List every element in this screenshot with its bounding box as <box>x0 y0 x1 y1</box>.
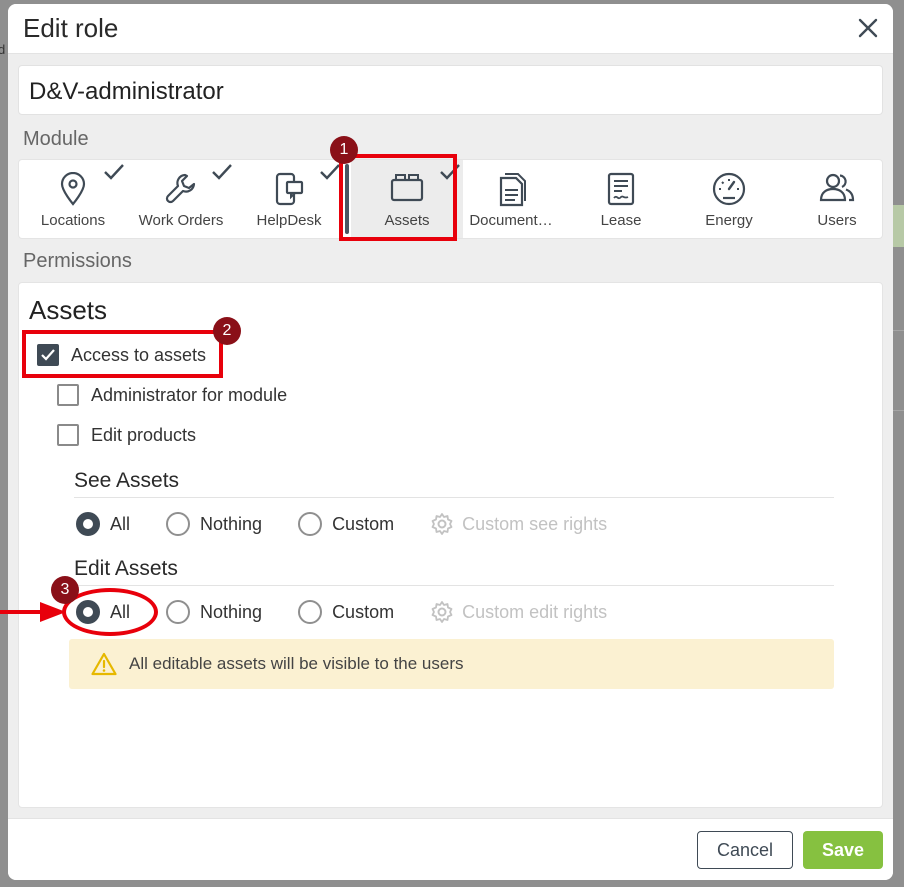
checkbox-label: Edit products <box>91 424 197 445</box>
edit-custom-radio[interactable]: Custom <box>298 600 394 624</box>
checkbox-label: Administrator for module <box>91 384 288 405</box>
wrench-icon <box>165 173 196 204</box>
permissions-section-label: Permissions <box>23 250 132 272</box>
checkmark-icon <box>320 164 340 180</box>
radio-label: Nothing <box>200 601 263 622</box>
warning-icon <box>91 652 117 676</box>
module-tab-documents[interactable]: Document… <box>457 160 565 238</box>
radio-label: Custom <box>332 513 395 534</box>
module-tab-label: Locations <box>40 212 106 229</box>
module-tab-label: Work Orders <box>138 212 224 229</box>
radio-label: All <box>110 513 131 534</box>
edit-assets-title: Edit Assets <box>74 557 834 586</box>
warning-banner: All editable assets will be visible to t… <box>69 639 834 689</box>
close-icon <box>858 18 878 38</box>
annotation-badge: 2 <box>213 317 241 345</box>
module-tab-locations[interactable]: Locations <box>19 160 127 238</box>
module-tab-work-orders[interactable]: Work Orders <box>127 160 235 238</box>
module-tab-label: Document… <box>469 212 553 229</box>
see-assets-title: See Assets <box>74 469 834 498</box>
annotation-highlight-assets-tab <box>339 154 457 241</box>
module-tab-label: Users <box>817 212 857 229</box>
contract-icon <box>607 172 635 206</box>
gear-icon <box>431 513 453 535</box>
radio-label: Custom <box>332 601 395 622</box>
checkbox-box[interactable] <box>57 424 79 446</box>
gear-icon <box>431 601 453 623</box>
annotation-badge: 1 <box>330 136 358 164</box>
annotation-arrow-icon <box>0 602 66 622</box>
warning-text: All editable assets will be visible to t… <box>129 654 464 673</box>
module-tab-lease[interactable]: Lease <box>567 160 675 238</box>
permissions-title: Assets <box>29 295 108 325</box>
module-tab-helpdesk[interactable]: HelpDesk <box>235 160 343 238</box>
custom-see-rights-button[interactable]: Custom see rights <box>430 512 607 536</box>
close-button[interactable] <box>854 14 882 42</box>
module-tab-label: HelpDesk <box>256 212 322 229</box>
mobile-helpdesk-icon <box>275 172 304 206</box>
module-tab-label: Energy <box>705 212 753 229</box>
radio-button[interactable] <box>298 512 323 536</box>
annotation-highlight-access-checkbox <box>22 330 223 378</box>
module-tab-energy[interactable]: Energy <box>675 160 783 238</box>
backdrop-divider <box>893 330 904 331</box>
save-button[interactable]: Save <box>803 831 883 869</box>
edit-nothing-radio[interactable]: Nothing <box>166 600 262 624</box>
module-section-label: Module <box>23 128 89 150</box>
radio-button[interactable] <box>298 600 323 624</box>
edit-role-modal: Edit role D&V-administrator Module Locat… <box>8 4 893 880</box>
custom-edit-rights-button[interactable]: Custom edit rights <box>430 600 607 624</box>
modal-header: Edit role <box>8 4 893 54</box>
role-name-input[interactable]: D&V-administrator <box>18 65 883 115</box>
edit-products-checkbox[interactable]: Edit products <box>57 424 196 446</box>
module-tab-users[interactable]: Users <box>783 160 891 238</box>
users-icon <box>819 173 855 202</box>
modal-footer: Cancel Save <box>8 818 893 880</box>
see-assets-radio-group: All Nothing Custom Custom see rights <box>76 512 607 536</box>
radio-button[interactable] <box>166 600 191 624</box>
see-all-radio[interactable]: All <box>76 512 130 536</box>
document-icon <box>499 173 526 207</box>
cancel-button[interactable]: Cancel <box>697 831 793 869</box>
gauge-icon <box>712 172 746 206</box>
administrator-for-module-checkbox[interactable]: Administrator for module <box>57 384 287 406</box>
radio-button[interactable] <box>76 512 100 536</box>
see-custom-radio[interactable]: Custom <box>298 512 394 536</box>
backdrop-green-row <box>893 205 904 247</box>
checkmark-icon <box>104 164 124 180</box>
radio-button[interactable] <box>166 512 191 536</box>
backdrop-text: d <box>0 42 6 57</box>
checkmark-icon <box>212 164 232 180</box>
location-pin-icon <box>60 172 86 206</box>
custom-edit-rights-label: Custom edit rights <box>462 601 608 622</box>
module-tab-label: Lease <box>600 212 642 229</box>
see-nothing-radio[interactable]: Nothing <box>166 512 262 536</box>
modal-title: Edit role <box>23 13 119 43</box>
custom-see-rights-label: Custom see rights <box>462 513 608 534</box>
checkbox-box[interactable] <box>57 384 79 406</box>
backdrop-divider <box>893 410 904 411</box>
radio-label: Nothing <box>200 513 263 534</box>
